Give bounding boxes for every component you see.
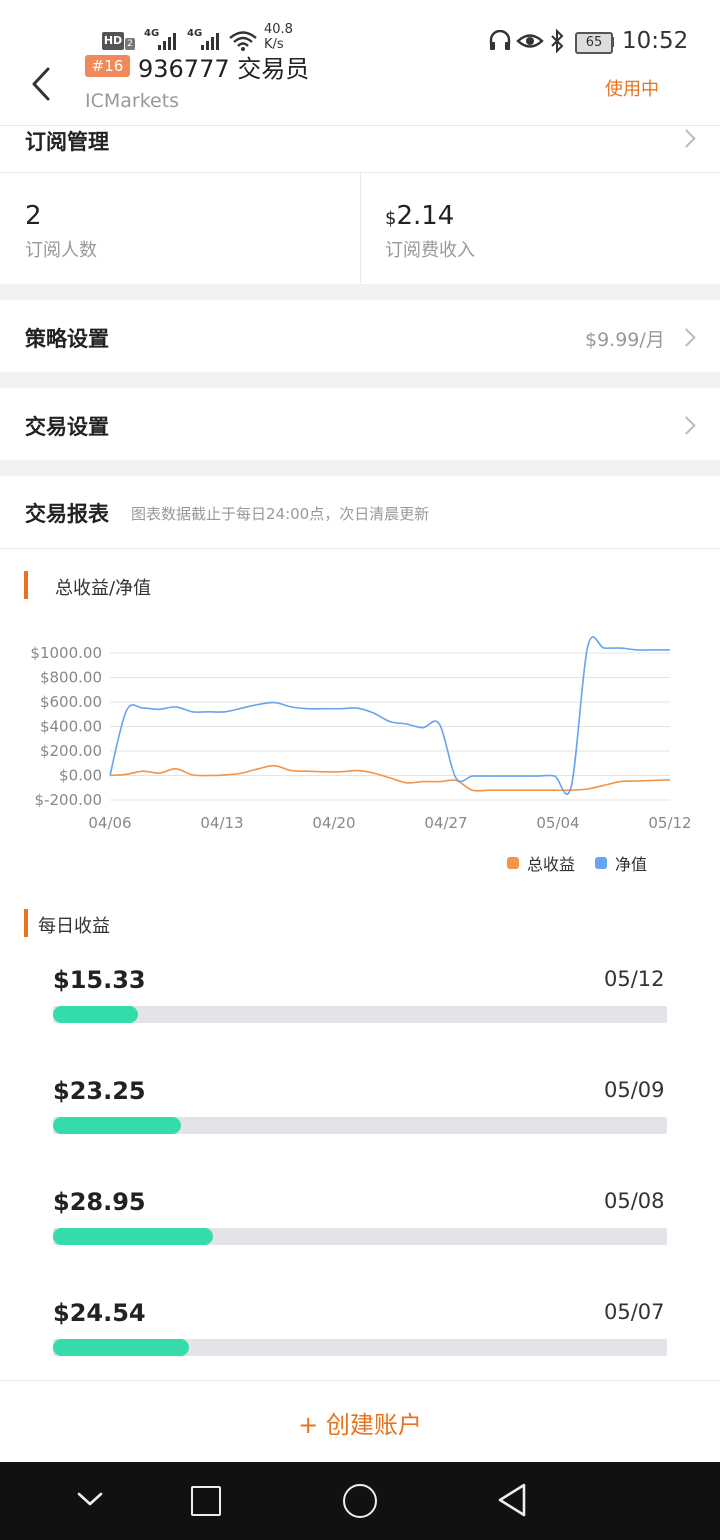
series-line-total-profit: [109, 764, 671, 792]
signal-icon: [158, 32, 176, 50]
income-label: 订阅费收入: [385, 240, 475, 261]
legend-equity: 净值: [615, 855, 648, 874]
y-tick-label: $800.00: [40, 669, 102, 687]
daily-progress-fill: [53, 1117, 181, 1134]
section-gap: [0, 284, 720, 300]
daily-label: 每日收益: [38, 916, 110, 937]
income-value: $2.14: [385, 201, 455, 231]
y-tick-label: $400.00: [40, 718, 102, 736]
chevron-down-icon[interactable]: [76, 1489, 104, 1509]
equity-chart: $1000.00 $800.00 $600.00 $400.00 $200.00 $0.0…: [30, 636, 692, 832]
x-tick-label: 05/12: [648, 814, 691, 832]
daily-date: 05/12: [604, 967, 665, 991]
stat-divider: [360, 173, 361, 283]
trade-settings-label: 交易设置: [25, 415, 109, 439]
section-gap: [0, 372, 720, 388]
section-marker: [24, 909, 28, 937]
daily-progress-track: [53, 1339, 667, 1356]
daily-amount: $28.95: [53, 1188, 146, 1216]
legend-swatch-equity: [595, 857, 608, 869]
strategy-price: $9.99/月: [585, 329, 665, 351]
report-note: 图表数据截止于每日24:00点，次日清晨更新: [131, 505, 430, 523]
chart-label: 总收益/净值: [55, 578, 152, 599]
strategy-label: 策略设置: [25, 327, 109, 351]
daily-date: 05/07: [604, 1300, 665, 1324]
x-tick-label: 04/27: [424, 814, 467, 832]
page-title: 936777 交易员: [138, 55, 310, 83]
eye-icon: [516, 34, 544, 48]
back-triangle-icon[interactable]: [496, 1482, 528, 1518]
chevron-right-icon: [677, 328, 696, 347]
signal-icon: [201, 32, 219, 50]
daily-amount: $24.54: [53, 1299, 146, 1327]
broker-name: ICMarkets: [85, 90, 180, 112]
headset-icon: [489, 30, 511, 50]
daily-progress-fill: [53, 1228, 213, 1245]
subscription-label: 订阅管理: [25, 130, 109, 154]
subscribers-value: 2: [25, 201, 42, 231]
subscribers-label: 订阅人数: [25, 240, 97, 261]
y-tick-label: $1000.00: [30, 644, 102, 662]
recents-square-icon[interactable]: [191, 1486, 221, 1516]
bluetooth-icon: [551, 29, 564, 53]
signal-type-2: 4G: [187, 28, 203, 39]
status-label: 使用中: [605, 79, 659, 100]
report-title: 交易报表: [25, 502, 109, 526]
x-tick-label: 05/04: [536, 814, 579, 832]
create-account-button[interactable]: + 创建账户: [0, 1405, 720, 1440]
y-tick-label: $600.00: [40, 693, 102, 711]
chevron-right-icon: [677, 129, 696, 148]
divider: [0, 548, 720, 549]
back-arrow-icon[interactable]: [28, 66, 54, 102]
chevron-right-icon: [677, 416, 696, 435]
daily-progress-fill: [53, 1339, 189, 1356]
subscription-row[interactable]: 订阅管理: [0, 126, 720, 172]
system-nav-bar: [0, 1462, 720, 1540]
x-tick-label: 04/06: [88, 814, 131, 832]
subscription-stats: 2 订阅人数 $2.14 订阅费收入: [0, 173, 720, 283]
daily-progress-fill: [53, 1006, 138, 1023]
network-speed: 40.8 K/s: [264, 22, 293, 52]
chart-legend: 总收益 净值: [507, 851, 647, 875]
y-tick-label: $-200.00: [35, 791, 102, 809]
section-marker: [24, 571, 28, 599]
y-tick-label: $0.00: [59, 767, 102, 785]
section-gap: [0, 460, 720, 476]
daily-amount: $15.33: [53, 966, 146, 994]
legend-swatch-profit: [507, 857, 519, 869]
daily-amount: $23.25: [53, 1077, 146, 1105]
status-time: 10:52: [622, 28, 689, 54]
series-line-equity: [109, 636, 670, 796]
strategy-settings-row[interactable]: 策略设置 $9.99/月: [0, 300, 720, 372]
rank-badge: #16: [85, 55, 130, 77]
daily-progress-track: [53, 1117, 667, 1134]
legend-profit: 总收益: [527, 855, 576, 874]
battery-icon: 65: [575, 32, 613, 54]
hd-badge: HD: [102, 32, 124, 50]
home-circle-icon[interactable]: [343, 1484, 377, 1518]
daily-progress-track: [53, 1228, 667, 1245]
trade-settings-row[interactable]: 交易设置: [0, 388, 720, 460]
daily-date: 05/09: [604, 1078, 665, 1102]
battery-tip: [611, 37, 614, 47]
signal-type-1: 4G: [144, 28, 160, 39]
x-tick-label: 04/13: [200, 814, 243, 832]
hd-sub-badge: 2: [125, 38, 135, 50]
daily-progress-track: [53, 1006, 667, 1023]
y-tick-label: $200.00: [40, 742, 102, 760]
x-tick-label: 04/20: [312, 814, 355, 832]
daily-date: 05/08: [604, 1189, 665, 1213]
